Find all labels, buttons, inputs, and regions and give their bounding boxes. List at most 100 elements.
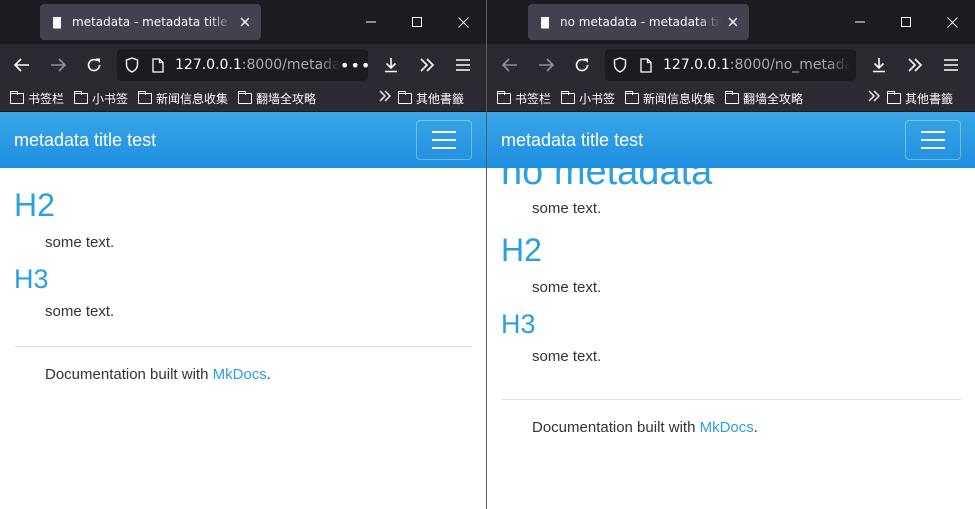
bookmark-label: 新闻信息收集	[643, 92, 716, 106]
url-text: 127.0.0.1:8000/no_metadata/	[663, 57, 850, 73]
bookmark-label: 小书签	[579, 92, 616, 106]
folder-icon	[397, 91, 412, 104]
bookmark-folder[interactable]: 小书签	[73, 90, 129, 107]
chevron-double-right-icon[interactable]	[411, 49, 443, 81]
forward-arrow-icon[interactable]	[42, 49, 74, 81]
hamburger-menu-button[interactable]	[905, 120, 961, 160]
minimize-icon[interactable]	[348, 0, 394, 44]
hamburger-menu-button[interactable]	[416, 120, 472, 160]
bookmark-label: 其他書籤	[416, 92, 465, 106]
heading-h2: H2	[501, 232, 542, 268]
footer-text: Documentation built with	[532, 419, 700, 436]
reload-icon[interactable]	[78, 49, 110, 81]
bookmark-label: 翻墙全攻略	[743, 92, 804, 106]
paragraph: some text.	[532, 279, 602, 296]
download-icon[interactable]	[375, 49, 407, 81]
site-title[interactable]: metadata title test	[501, 130, 643, 151]
url-host: 127.0.0.1	[175, 57, 242, 73]
mkdocs-link[interactable]: MkDocs	[213, 366, 267, 383]
other-bookmarks[interactable]: 其他書籤	[397, 90, 465, 107]
close-icon[interactable]	[440, 0, 486, 44]
url-path: :8000/no_metadata/	[729, 57, 850, 73]
minimize-icon[interactable]	[837, 0, 883, 44]
folder-icon	[624, 91, 640, 104]
page-content: H2 some text. H3 some text. Documentatio…	[0, 186, 486, 383]
browser-tab[interactable]: no metadata - metadata title test	[528, 4, 749, 40]
tab-close-icon[interactable]	[237, 14, 253, 30]
site-title[interactable]: metadata title test	[14, 130, 156, 151]
menu-bar	[432, 131, 456, 133]
title-bar: no metadata - metadata title test	[487, 0, 975, 44]
url-text: 127.0.0.1:8000/metadata/	[175, 57, 340, 73]
other-bookmarks[interactable]: 其他書籤	[886, 90, 954, 107]
shield-icon[interactable]	[123, 56, 141, 74]
screen: metadata - metadata title test	[0, 0, 975, 509]
site-navbar: metadata title test	[487, 112, 975, 168]
browser-window-right: no metadata - metadata title test	[486, 0, 975, 509]
bookmark-label: 小书签	[92, 92, 129, 106]
chevron-double-right-icon[interactable]	[867, 90, 881, 106]
bookmark-folder[interactable]: 新闻信息收集	[624, 90, 716, 107]
mkdocs-link[interactable]: MkDocs	[700, 419, 754, 436]
close-icon[interactable]	[929, 0, 975, 44]
page-actions-icon[interactable]: •••	[340, 56, 370, 75]
bookmark-label: 新闻信息收集	[156, 92, 229, 106]
bookmark-folder[interactable]: 小书签	[560, 90, 616, 107]
browser-tab[interactable]: metadata - metadata title test	[40, 4, 261, 40]
page-icon[interactable]	[149, 56, 167, 74]
footer-text: .	[266, 366, 271, 383]
browser-window-left: metadata - metadata title test	[0, 0, 486, 509]
page-icon[interactable]	[637, 56, 655, 74]
menu-bar	[432, 147, 456, 149]
bookmark-label: 书签栏	[28, 92, 65, 106]
paragraph: some text.	[532, 348, 602, 365]
back-arrow-icon[interactable]	[6, 49, 38, 81]
window-controls	[837, 0, 975, 44]
navigation-toolbar: 127.0.0.1:8000/no_metadata/	[487, 44, 975, 86]
folder-icon	[73, 91, 89, 104]
maximize-icon[interactable]	[394, 0, 440, 44]
shield-icon[interactable]	[611, 56, 629, 74]
back-arrow-icon[interactable]	[494, 49, 526, 81]
folder-icon	[496, 91, 511, 104]
footer: Documentation built with MkDocs.	[501, 419, 961, 436]
bookmark-folder[interactable]: 翻墙全攻略	[237, 90, 317, 107]
page-content: no metadata some text. H2 some text. H3 …	[487, 168, 975, 508]
bookmarks-toolbar: 书签栏 小书签 新闻信息收集 翻墙全攻略 其他書籤	[487, 86, 975, 112]
folder-icon	[724, 91, 740, 104]
window-controls	[348, 0, 486, 44]
bookmark-folder[interactable]: 翻墙全攻略	[724, 90, 804, 107]
address-bar[interactable]: 127.0.0.1:8000/metadata/ •••	[117, 49, 370, 81]
book-icon	[538, 15, 552, 29]
menu-icon[interactable]	[935, 49, 967, 81]
tab-title: metadata - metadata title test	[72, 15, 233, 29]
bookmark-label: 书签栏	[515, 92, 552, 106]
maximize-icon[interactable]	[883, 0, 929, 44]
url-host: 127.0.0.1	[663, 57, 730, 73]
paragraph: some text.	[45, 303, 115, 320]
reload-icon[interactable]	[566, 49, 598, 81]
divider	[501, 399, 961, 400]
download-icon[interactable]	[863, 49, 895, 81]
heading-h3: H3	[14, 264, 49, 294]
menu-icon[interactable]	[447, 49, 479, 81]
heading-h3: H3	[501, 309, 536, 339]
footer: Documentation built with MkDocs.	[14, 366, 472, 383]
bookmark-label: 其他書籤	[905, 92, 954, 106]
navigation-toolbar: 127.0.0.1:8000/metadata/ •••	[0, 44, 486, 86]
folder-icon	[237, 91, 253, 104]
bookmark-folder[interactable]: 书签栏	[496, 90, 552, 107]
bookmark-folder[interactable]: 新闻信息收集	[137, 90, 229, 107]
paragraph: some text.	[45, 234, 115, 251]
address-bar[interactable]: 127.0.0.1:8000/no_metadata/	[605, 49, 856, 81]
chevron-double-right-icon[interactable]	[899, 49, 931, 81]
chevron-double-right-icon[interactable]	[378, 90, 392, 106]
bookmark-folder[interactable]: 书签栏	[9, 90, 65, 107]
forward-arrow-icon[interactable]	[530, 49, 562, 81]
tab-close-icon[interactable]	[725, 14, 741, 30]
folder-icon	[9, 91, 24, 104]
heading-h1: no metadata	[501, 168, 713, 193]
bookmark-label: 翻墙全攻略	[256, 92, 317, 106]
folder-icon	[560, 91, 576, 104]
title-bar: metadata - metadata title test	[0, 0, 486, 44]
